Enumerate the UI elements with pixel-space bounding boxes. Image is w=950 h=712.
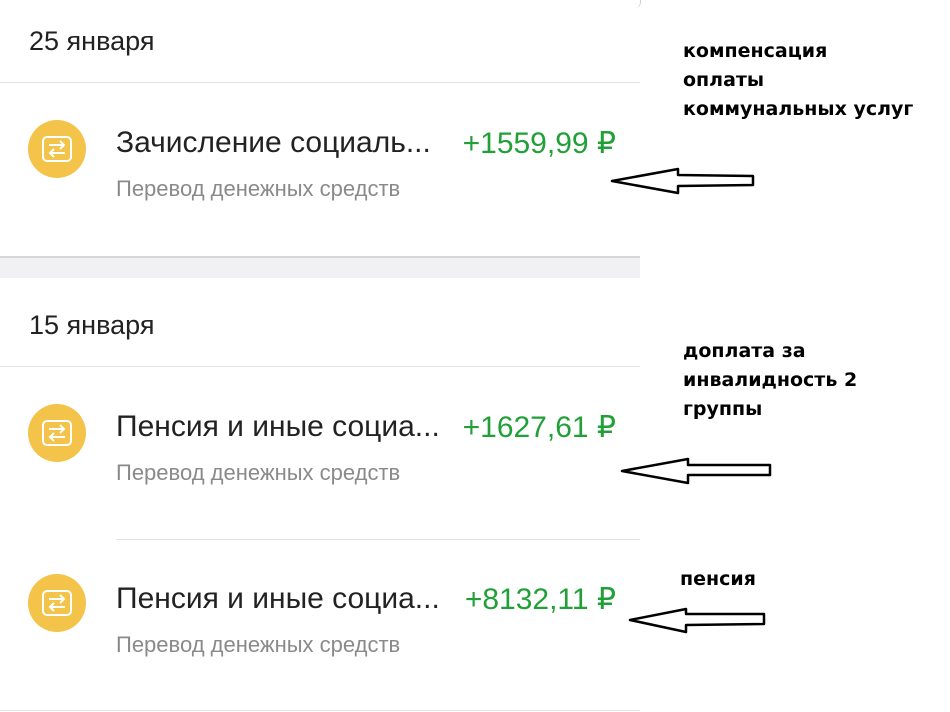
annotation-note-disability: доплата за инвалидность 2 группы	[683, 337, 857, 424]
annotation-note-utilities: компенсация оплаты коммунальных услуг	[683, 37, 913, 124]
left-arrow-icon	[610, 167, 755, 195]
section-separator	[0, 256, 640, 278]
left-arrow-icon	[620, 457, 772, 485]
scroll-corner	[634, 0, 641, 8]
section-divider	[0, 82, 640, 83]
row-divider	[116, 539, 640, 540]
annotation-line: инвалидность 2	[683, 369, 858, 391]
annotation-line: пенсия	[680, 568, 756, 590]
section-divider	[0, 366, 640, 367]
transaction-amount: +8132,11 ₽	[464, 583, 616, 616]
transaction-subtitle: Перевод денежных средств	[116, 632, 401, 657]
transaction-title: Пенсия и иные социа...	[116, 410, 440, 443]
left-arrow-icon	[628, 607, 766, 634]
transaction-title: Зачисление социаль...	[116, 126, 431, 159]
annotation-line: коммунальных услуг	[683, 98, 914, 120]
annotation-line: доплата за	[683, 340, 806, 362]
transfer-arrows-icon	[28, 120, 86, 178]
transaction-subtitle: Перевод денежных средств	[116, 176, 401, 201]
date-header-25-january: 25 января	[29, 26, 155, 56]
operations-list: 25 января Зачисление социаль... +1559,99…	[0, 0, 641, 712]
transaction-row[interactable]: Зачисление социаль... +1559,99 ₽ Перевод…	[0, 92, 640, 202]
transaction-row[interactable]: Пенсия и иные социа... +8132,11 ₽ Перево…	[0, 548, 640, 658]
transaction-amount: +1559,99 ₽	[462, 127, 616, 160]
annotation-line: оплаты	[683, 69, 765, 91]
section-divider	[0, 710, 640, 711]
transfer-arrows-icon	[28, 404, 86, 462]
date-header-15-january: 15 января	[29, 310, 155, 340]
transaction-title: Пенсия и иные социа...	[116, 582, 440, 615]
transfer-arrows-icon	[28, 574, 86, 632]
annotation-line: группы	[683, 398, 763, 420]
transaction-row[interactable]: Пенсия и иные социа... +1627,61 ₽ Перево…	[0, 376, 640, 486]
transaction-amount: +1627,61 ₽	[462, 411, 616, 444]
annotation-line: компенсация	[683, 40, 828, 62]
annotation-note-pension: пенсия	[680, 565, 756, 594]
transaction-subtitle: Перевод денежных средств	[116, 460, 401, 485]
